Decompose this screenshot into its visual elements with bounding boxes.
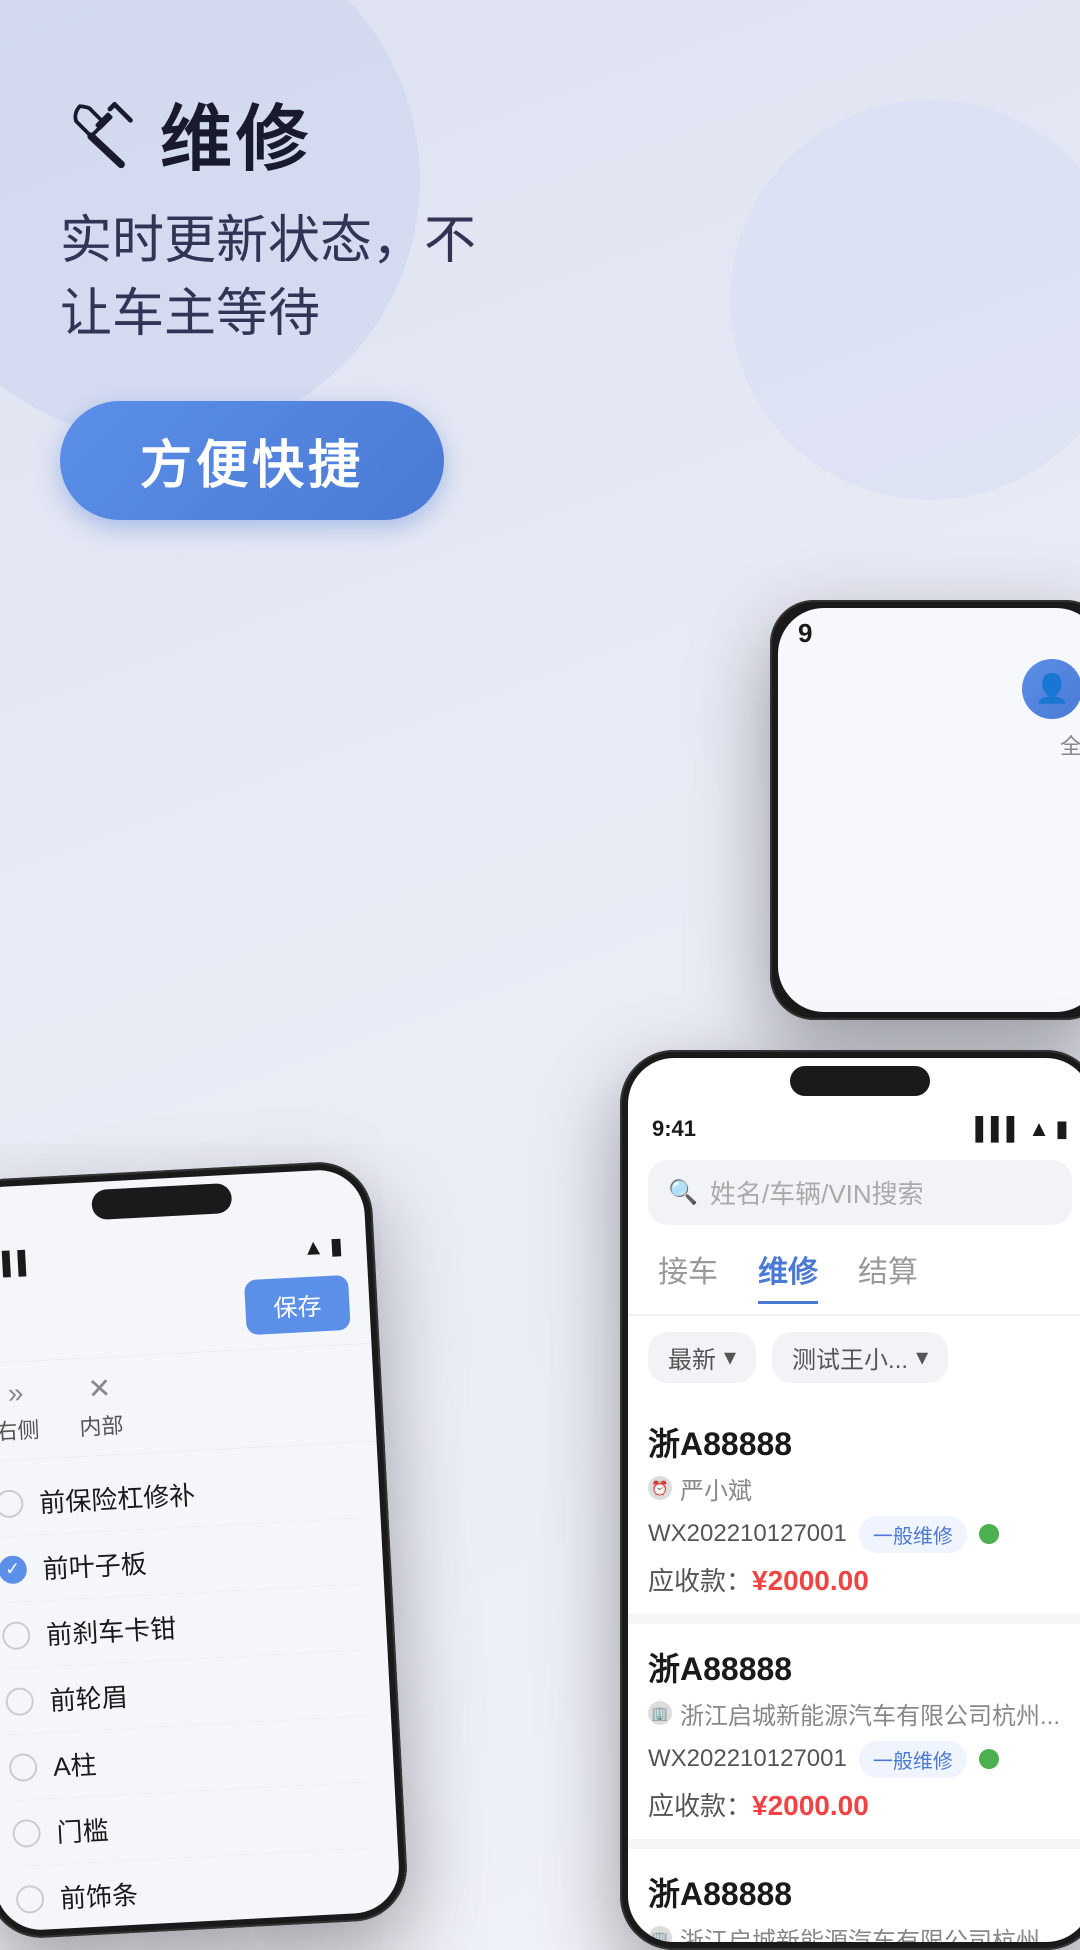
filter-person-arrow: ▾	[916, 1343, 928, 1372]
save-button[interactable]: 保存	[244, 1274, 351, 1334]
filter-newest-arrow: ▾	[724, 1343, 736, 1372]
right-signal-icon: ▌▌▌	[975, 1116, 1022, 1142]
card-amount-1: 应收款：¥2000.00	[648, 1561, 1072, 1598]
repair-card-1[interactable]: 浙A88888 ⏰ 严小斌 WX202210127001 一般维修 应收款：¥2…	[628, 1399, 1080, 1624]
part-checkbox-6[interactable]	[12, 1818, 41, 1847]
left-phone-screen: ▌▌▌ ▲ ▮ 保存 » 右侧	[0, 1168, 401, 1932]
part-checkbox-7[interactable]	[15, 1884, 44, 1913]
card-owner-2: 🏢 浙江启城新能源汽车有限公司杭州...	[648, 1696, 1072, 1731]
right-phone: 9:41 ▌▌▌ ▲ ▮ 🔍 姓名/车辆/VIN搜索 接车 维修 结算	[620, 1050, 1080, 1950]
interior-icon: ✕	[87, 1371, 112, 1405]
part-checkbox-4[interactable]	[5, 1686, 34, 1715]
wrench-tool-icon	[60, 93, 140, 173]
signal-icon: ▌▌▌	[0, 1249, 34, 1277]
right-label: 右侧	[0, 1411, 40, 1445]
tab-jiesuan[interactable]: 结算	[858, 1247, 918, 1304]
owner-name-1: 严小斌	[680, 1471, 752, 1506]
direction-right: » 右侧	[0, 1375, 40, 1445]
filter-newest-label: 最新	[668, 1340, 716, 1375]
part-checkbox-1[interactable]	[0, 1488, 24, 1517]
right-battery-icon: ▮	[1056, 1116, 1068, 1142]
owner-icon-1: ⏰	[648, 1476, 672, 1500]
battery-icon: ▮	[330, 1233, 343, 1260]
top-right-label: 全	[798, 729, 1080, 761]
owner-name-3: 浙江启城新能源汽车有限公司杭州...	[680, 1921, 1060, 1942]
filter-row: 最新 ▾ 测试王小... ▾	[628, 1316, 1080, 1399]
top-right-phone: 9 👤 全	[770, 600, 1080, 1020]
right-phone-screen: 9:41 ▌▌▌ ▲ ▮ 🔍 姓名/车辆/VIN搜索 接车 维修 结算	[628, 1058, 1080, 1942]
card-owner-1: ⏰ 严小斌	[648, 1471, 1072, 1506]
interior-label: 内部	[79, 1407, 125, 1441]
right-phone-notch	[790, 1066, 930, 1096]
filter-newest[interactable]: 最新 ▾	[648, 1332, 756, 1383]
filter-person[interactable]: 测试王小... ▾	[772, 1332, 948, 1383]
right-status-bar: 9:41 ▌▌▌ ▲ ▮	[628, 1102, 1080, 1148]
owner-name-2: 浙江启城新能源汽车有限公司杭州...	[680, 1696, 1060, 1731]
card-plate-1: 浙A88888	[648, 1419, 1072, 1465]
top-right-content: 9 👤 全	[778, 608, 1080, 771]
right-status-icons: ▌▌▌ ▲ ▮	[975, 1116, 1068, 1142]
left-phone: ▌▌▌ ▲ ▮ 保存 » 右侧	[0, 1159, 410, 1940]
tab-weixiu[interactable]: 维修	[758, 1247, 818, 1304]
badge-1: 一般维修	[859, 1516, 967, 1553]
search-placeholder: 姓名/车辆/VIN搜索	[710, 1174, 924, 1211]
repair-card-3[interactable]: 浙A88888 🏢 浙江启城新能源汽车有限公司杭州... WX202210127…	[628, 1849, 1080, 1942]
status-icons: ▲ ▮	[302, 1233, 343, 1261]
card-meta-1: WX202210127001 一般维修	[648, 1516, 1072, 1553]
top-right-phone-screen: 9 👤 全	[778, 608, 1080, 1012]
right-status-time: 9:41	[652, 1116, 696, 1142]
owner-icon-3: 🏢	[648, 1926, 672, 1942]
avatar-icon: 👤	[1035, 672, 1070, 705]
search-bar[interactable]: 🔍 姓名/车辆/VIN搜索	[648, 1160, 1072, 1225]
order-num-2: WX202210127001	[648, 1745, 847, 1773]
part-checkbox-3[interactable]	[2, 1620, 31, 1649]
card-plate-2: 浙A88888	[648, 1644, 1072, 1690]
amount-value-2: ¥2000.00	[752, 1790, 869, 1821]
phones-section: 9 👤 全 ▌▌▌ ▲ ▮	[0, 590, 1080, 1950]
app-subtitle: 实时更新状态，不 让车主等待	[60, 205, 476, 351]
app-title: 维修	[160, 80, 312, 185]
right-arrow-icon: »	[7, 1376, 24, 1409]
top-section: 维修 实时更新状态，不 让车主等待 方便快捷	[0, 0, 1080, 560]
card-meta-2: WX202210127001 一般维修	[648, 1741, 1072, 1778]
cta-button[interactable]: 方便快捷	[60, 401, 444, 520]
part-name-7: 前饰条	[59, 1874, 139, 1915]
repair-card-2[interactable]: 浙A88888 🏢 浙江启城新能源汽车有限公司杭州... WX202210127…	[628, 1624, 1080, 1849]
wifi-icon: ▲	[302, 1234, 325, 1261]
order-num-1: WX202210127001	[648, 1520, 847, 1548]
tab-jieche[interactable]: 接车	[658, 1247, 718, 1304]
card-owner-3: 🏢 浙江启城新能源汽车有限公司杭州...	[648, 1921, 1072, 1942]
status-dot-1	[979, 1524, 999, 1544]
top-right-time: 9	[798, 618, 1080, 649]
user-avatar: 👤	[1022, 659, 1080, 719]
status-dot-2	[979, 1749, 999, 1769]
part-checkbox-5[interactable]	[8, 1752, 37, 1781]
part-name-4: 前轮眉	[49, 1677, 129, 1718]
amount-value-1: ¥2000.00	[752, 1565, 869, 1596]
parts-list: 前保险杠修补 前叶子板 前刹车卡钳 前轮眉	[0, 1441, 401, 1931]
owner-icon-2: 🏢	[648, 1701, 672, 1725]
search-icon: 🔍	[668, 1178, 698, 1207]
avatar-row: 👤	[798, 649, 1080, 729]
part-checkbox-2[interactable]	[0, 1554, 27, 1583]
title-row: 维修	[60, 80, 312, 185]
part-name-3: 前刹车卡钳	[45, 1608, 177, 1652]
tabs-row: 接车 维修 结算	[628, 1237, 1080, 1316]
part-name-5: A柱	[52, 1744, 97, 1783]
right-wifi-icon: ▲	[1028, 1116, 1050, 1142]
direction-interior: ✕ 内部	[77, 1370, 125, 1441]
part-name-6: 门槛	[56, 1810, 110, 1850]
part-name-2: 前叶子板	[42, 1543, 148, 1585]
filter-person-label: 测试王小...	[792, 1340, 908, 1375]
part-name-1: 前保险杠修补	[38, 1475, 196, 1520]
badge-2: 一般维修	[859, 1741, 967, 1778]
card-plate-3: 浙A88888	[648, 1869, 1072, 1915]
card-amount-2: 应收款：¥2000.00	[648, 1786, 1072, 1823]
